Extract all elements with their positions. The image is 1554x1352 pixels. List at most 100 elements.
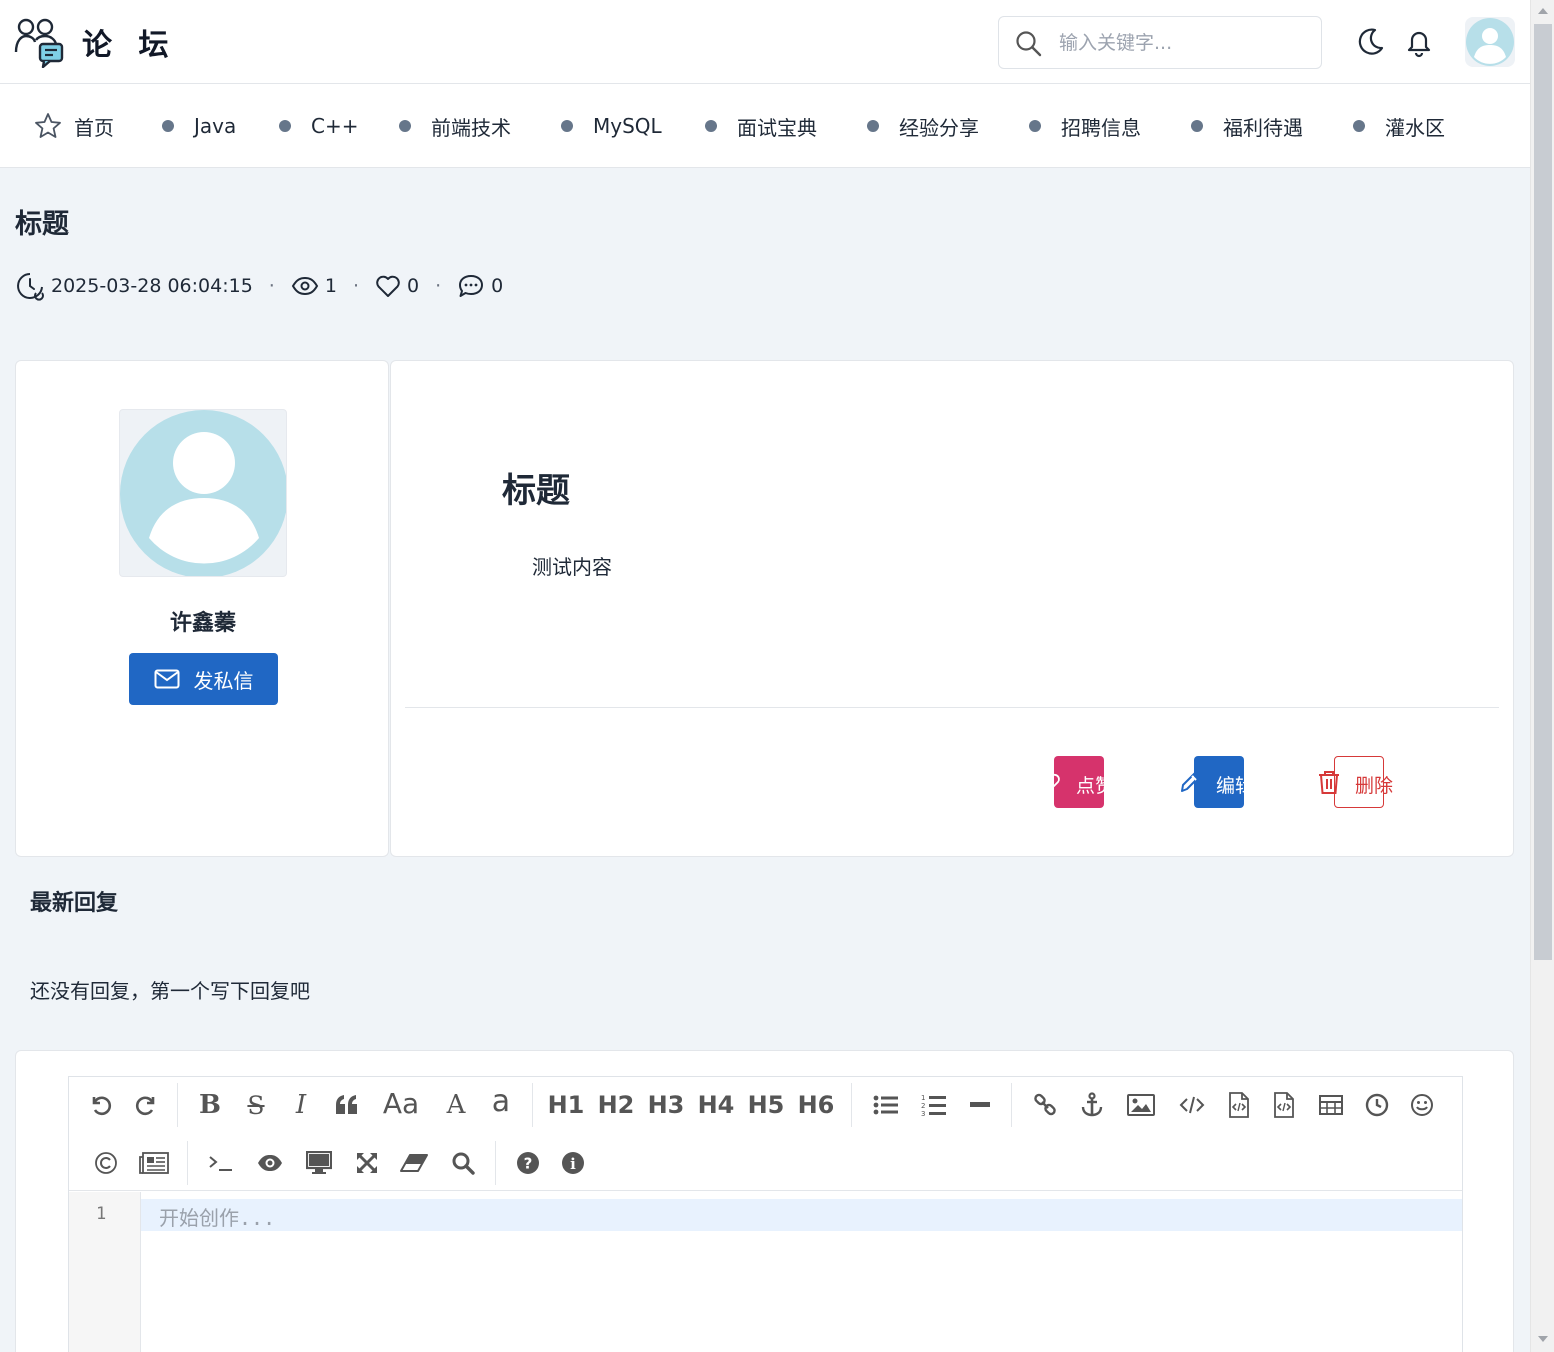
nav-item-cpp[interactable]: C++ xyxy=(279,84,358,168)
like-heart-icon xyxy=(1041,772,1061,792)
svg-text:2: 2 xyxy=(921,1102,925,1110)
search-icon xyxy=(1015,30,1043,58)
bullet-dot-icon xyxy=(279,120,291,132)
unordered-list-icon[interactable] xyxy=(866,1085,906,1125)
nav-item-label: MySQL xyxy=(593,114,662,138)
edit-pencil-icon xyxy=(1178,769,1202,795)
eraser-icon[interactable] xyxy=(394,1143,434,1183)
svg-text:3: 3 xyxy=(921,1110,925,1117)
nav-item-label: 前端技术 xyxy=(431,115,511,140)
copyright-icon[interactable] xyxy=(86,1143,126,1183)
logo-text[interactable]: 论 坛 xyxy=(82,20,176,64)
page-break-icon[interactable] xyxy=(134,1143,174,1183)
code-icon[interactable] xyxy=(1172,1085,1212,1125)
eye-icon xyxy=(291,276,319,296)
scroll-down-arrow-icon[interactable] xyxy=(1538,1336,1548,1342)
notification-bell-icon[interactable] xyxy=(1404,26,1434,58)
clock-icon xyxy=(15,271,45,301)
user-avatar[interactable] xyxy=(1465,17,1515,67)
bullet-dot-icon xyxy=(1353,120,1365,132)
scroll-up-arrow-icon[interactable] xyxy=(1538,8,1548,14)
toolbar-separator xyxy=(1011,1083,1012,1127)
preformatted-text-icon[interactable] xyxy=(1264,1085,1304,1125)
author-name[interactable]: 许鑫蓁 xyxy=(16,605,390,637)
forum-logo-icon[interactable] xyxy=(14,16,66,68)
heading-3-icon[interactable]: H3 xyxy=(643,1085,689,1125)
search-replace-icon[interactable] xyxy=(443,1143,483,1183)
nav-item-label: 面试宝典 xyxy=(737,115,817,140)
post-datetime: 2025-03-28 06:04:15 xyxy=(51,275,253,297)
uppercase-icon[interactable]: Aa xyxy=(381,1083,421,1123)
help-icon[interactable]: ? xyxy=(508,1143,548,1183)
comment-count: 0 xyxy=(491,275,504,297)
bullet-dot-icon xyxy=(561,120,573,132)
clock-datetime-icon[interactable] xyxy=(1357,1085,1397,1125)
emoji-icon[interactable] xyxy=(1402,1085,1442,1125)
scrollbar-thumb[interactable] xyxy=(1534,24,1552,960)
fullscreen-icon[interactable] xyxy=(347,1143,387,1183)
image-icon[interactable] xyxy=(1121,1085,1161,1125)
nav-item-label: 福利待遇 xyxy=(1223,115,1303,140)
like-label[interactable]: 点赞 xyxy=(1076,771,1104,798)
line-number-gutter: 1 xyxy=(69,1192,141,1352)
heading-5-icon[interactable]: H5 xyxy=(743,1085,789,1125)
author-avatar[interactable] xyxy=(119,409,287,577)
heading-6-icon[interactable]: H6 xyxy=(793,1085,839,1125)
nav-item-interview[interactable]: 面试宝典 xyxy=(705,84,817,168)
svg-text:?: ? xyxy=(524,1155,533,1173)
editor-placeholder[interactable]: 开始创作... xyxy=(159,1202,275,1231)
strikethrough-icon[interactable]: S xyxy=(236,1085,276,1125)
nav-item-benefits[interactable]: 福利待遇 xyxy=(1191,84,1303,168)
redo-icon[interactable] xyxy=(126,1085,166,1125)
edit-label[interactable]: 编辑 xyxy=(1216,771,1258,798)
heading-1-icon[interactable]: H1 xyxy=(543,1085,589,1125)
link-icon[interactable] xyxy=(1025,1085,1065,1125)
star-icon xyxy=(34,112,62,140)
desktop-icon[interactable] xyxy=(299,1143,339,1183)
markdown-editor: B S I Aa A a H1 H2 H3 H4 H5 H6 123 ? i 1… xyxy=(68,1076,1463,1352)
search-box[interactable] xyxy=(998,16,1322,69)
nav-item-jobs[interactable]: 招聘信息 xyxy=(1029,84,1141,168)
toolbar-separator xyxy=(851,1083,852,1127)
heading-2-icon[interactable]: H2 xyxy=(593,1085,639,1125)
horizontal-rule-icon[interactable] xyxy=(961,1085,1001,1125)
page-title: 标题 xyxy=(15,209,69,240)
toolbar-separator xyxy=(495,1141,496,1185)
editor-active-line[interactable] xyxy=(141,1199,1462,1231)
nav-item-label: 经验分享 xyxy=(899,115,979,140)
send-message-button[interactable]: 发私信 xyxy=(129,653,278,705)
meta-separator: · xyxy=(352,275,359,297)
heading-4-icon[interactable]: H4 xyxy=(693,1085,739,1125)
bullet-dot-icon xyxy=(399,120,411,132)
dark-mode-moon-icon[interactable] xyxy=(1355,26,1385,58)
search-input[interactable] xyxy=(1059,29,1299,57)
font-size-icon[interactable]: A xyxy=(436,1085,476,1125)
like-count: 0 xyxy=(406,275,420,297)
terminal-icon[interactable] xyxy=(201,1143,241,1183)
bullet-dot-icon xyxy=(162,120,174,132)
toolbar-separator xyxy=(532,1083,533,1127)
nav-item-water[interactable]: 灌水区 xyxy=(1353,84,1445,168)
italic-icon[interactable]: I xyxy=(281,1085,321,1125)
nav-item-home[interactable]: 首页 xyxy=(34,84,114,168)
quote-icon[interactable] xyxy=(327,1085,367,1125)
nav-item-java[interactable]: Java xyxy=(162,84,236,168)
lowercase-icon[interactable]: a xyxy=(481,1081,521,1121)
undo-icon[interactable] xyxy=(81,1085,121,1125)
delete-label[interactable]: 删除 xyxy=(1355,771,1393,798)
line-number: 1 xyxy=(96,1204,107,1224)
preview-eye-icon[interactable] xyxy=(250,1143,290,1183)
heart-icon xyxy=(375,274,401,298)
nav-item-frontend[interactable]: 前端技术 xyxy=(399,84,511,168)
code-block-icon[interactable] xyxy=(1219,1085,1259,1125)
anchor-icon[interactable] xyxy=(1072,1085,1112,1125)
page-scrollbar[interactable] xyxy=(1530,0,1554,1352)
table-icon[interactable] xyxy=(1311,1085,1351,1125)
nav-item-label: 灌水区 xyxy=(1385,115,1445,140)
ordered-list-icon[interactable]: 123 xyxy=(914,1085,954,1125)
top-header: 论 坛 xyxy=(0,0,1530,84)
bold-icon[interactable]: B xyxy=(190,1085,230,1125)
nav-item-experience[interactable]: 经验分享 xyxy=(867,84,979,168)
info-icon[interactable]: i xyxy=(553,1143,593,1183)
nav-item-mysql[interactable]: MySQL xyxy=(561,84,662,168)
